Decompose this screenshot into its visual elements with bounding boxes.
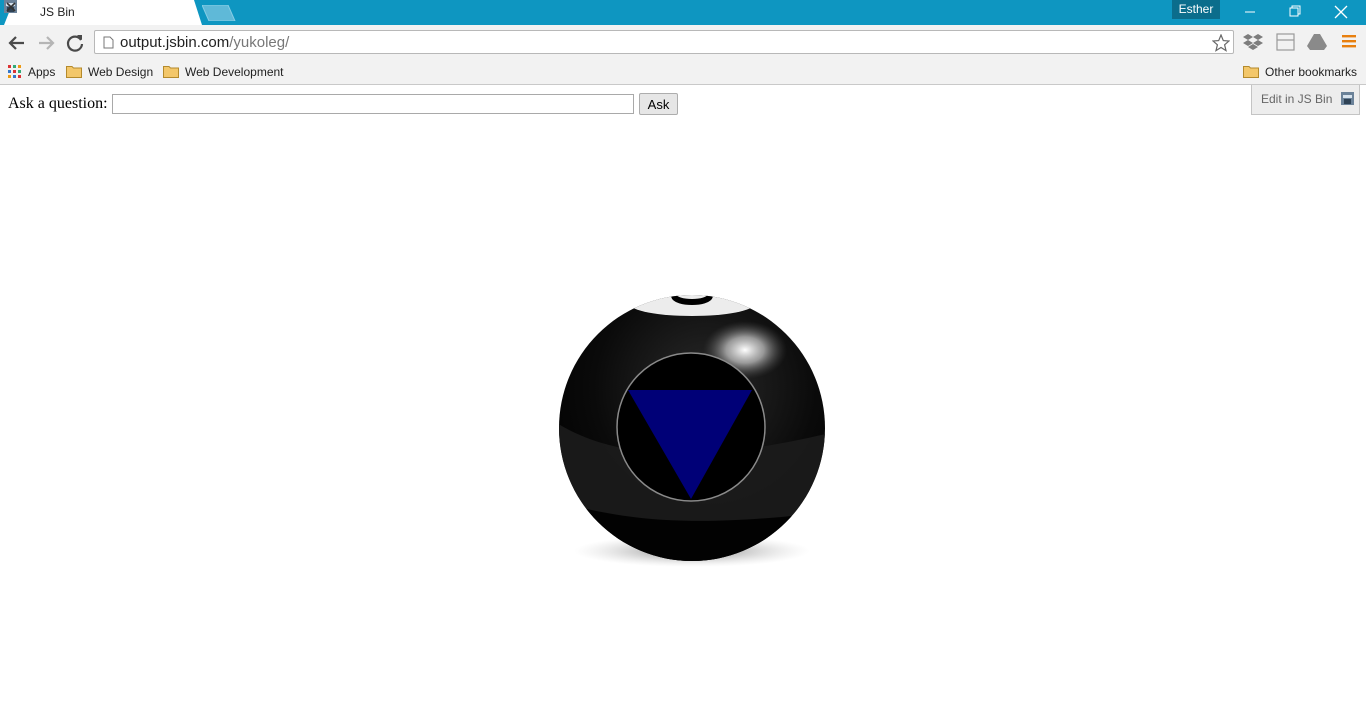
page-icon [103,36,114,49]
close-window-button[interactable] [1318,0,1363,25]
edit-in-jsbin-label: Edit in JS Bin [1261,92,1333,106]
bookmark-other[interactable]: Other bookmarks [1243,63,1361,81]
address-bar[interactable]: output.jsbin.com/yukoleg/ [94,30,1234,54]
restore-button[interactable] [1273,0,1318,25]
bookmark-label: Other bookmarks [1265,65,1358,79]
minimize-button[interactable] [1228,0,1273,25]
url-path: /yukoleg/ [229,34,290,51]
folder-icon [66,66,82,78]
close-icon [1334,5,1348,19]
folder-icon [1243,66,1259,78]
browser-toolbar: output.jsbin.com/yukoleg/ [0,25,1366,60]
question-input[interactable] [112,94,634,114]
ask-button[interactable]: Ask [639,93,678,115]
edit-in-jsbin-button[interactable]: Edit in JS Bin [1251,85,1360,115]
star-icon[interactable] [1212,34,1230,52]
browser-titlebar: JS Bin Esther [0,0,1366,25]
drive-icon[interactable] [1307,33,1327,51]
url-text: output.jsbin.com/yukoleg/ [120,34,289,51]
bookmark-label: Web Design [88,65,154,79]
forward-arrow-icon[interactable] [35,32,57,54]
reload-icon[interactable] [64,32,86,54]
bookmark-apps[interactable]: Apps [8,63,60,81]
minimize-icon [1245,11,1255,13]
bookmark-folder-web-design[interactable]: Web Design [66,63,156,81]
dropbox-icon[interactable] [1243,33,1263,51]
tab-shape [4,0,202,25]
back-arrow-icon[interactable] [6,32,28,54]
bookmark-label: Apps [28,65,56,79]
profile-button[interactable]: Esther [1172,0,1220,19]
extension-icon[interactable] [1276,33,1295,51]
menu-icon[interactable] [1341,33,1357,49]
url-host: output.jsbin.com [120,34,230,51]
bookmark-folder-web-development[interactable]: Web Development [163,63,288,81]
ask-label: Ask a question: [8,95,108,112]
new-tab-button[interactable] [202,5,236,21]
bookmark-label: Web Development [185,65,284,79]
bookmarks-bar: Apps Web Design Web Development Other bo… [0,60,1366,85]
tab-close-icon[interactable] [4,0,18,14]
apps-grid-icon [8,65,21,78]
restore-icon [1289,5,1301,17]
tab-title: JS Bin [40,5,75,19]
magic-8-ball [559,295,825,567]
folder-icon [163,66,179,78]
tab-jsbin[interactable]: JS Bin [4,0,202,25]
jsbin-logo-icon [1341,92,1354,105]
